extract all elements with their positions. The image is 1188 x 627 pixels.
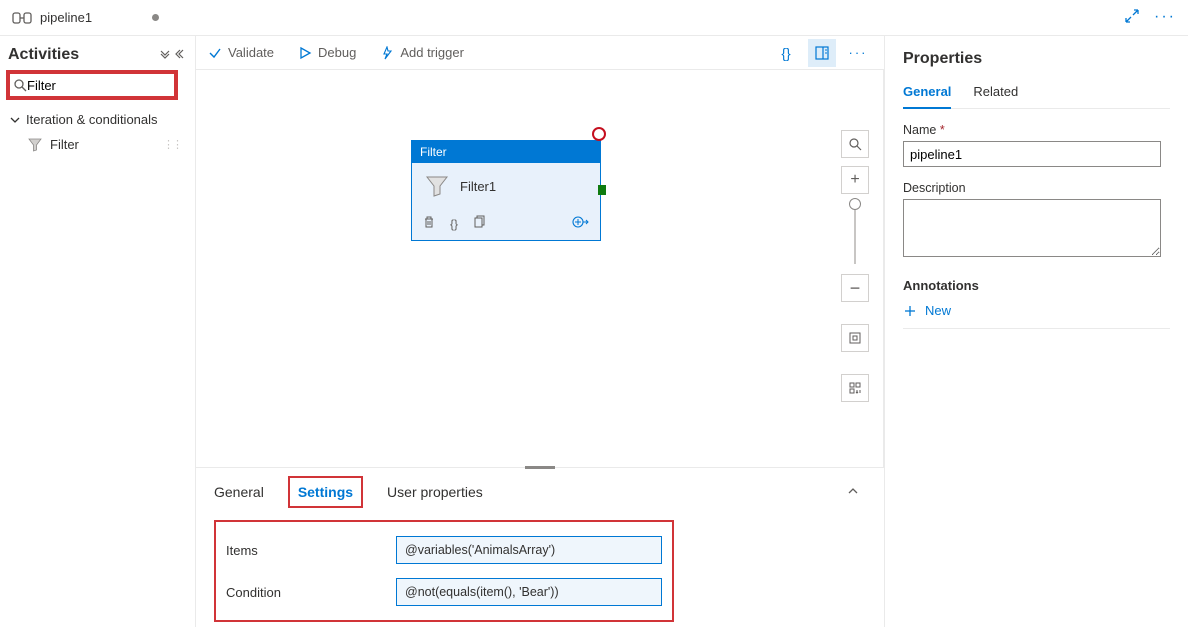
prop-tab-general[interactable]: General (903, 84, 951, 109)
panel-resize-handle[interactable] (525, 466, 555, 469)
validate-label: Validate (228, 45, 274, 60)
validate-button[interactable]: Validate (208, 45, 274, 60)
tab-user-properties[interactable]: User properties (387, 476, 483, 508)
tab-general[interactable]: General (214, 476, 264, 508)
node-name-label: Filter1 (460, 179, 496, 194)
activity-config-panel: General Settings User properties Items C… (196, 467, 884, 627)
canvas-search-button[interactable] (841, 130, 869, 158)
add-trigger-label: Add trigger (400, 45, 464, 60)
json-view-button[interactable]: {} (772, 39, 800, 67)
zoom-out-button[interactable]: − (841, 274, 869, 302)
search-icon (13, 78, 27, 92)
expand-icon[interactable] (1124, 8, 1140, 27)
tab-settings[interactable]: Settings (288, 476, 363, 508)
add-output-icon[interactable] (572, 215, 590, 232)
fit-screen-button[interactable] (841, 324, 869, 352)
description-input[interactable] (903, 199, 1161, 257)
play-icon (298, 46, 312, 60)
activities-panel: Activities Iteration & conditionals Filt… (0, 36, 196, 627)
trigger-icon (380, 46, 394, 60)
collapse-left-icon[interactable] (175, 48, 187, 63)
name-input[interactable] (903, 141, 1161, 167)
zoom-slider-thumb[interactable] (849, 198, 861, 210)
funnel-icon (28, 138, 42, 152)
debug-label: Debug (318, 45, 356, 60)
zoom-in-button[interactable]: + (841, 166, 869, 194)
add-annotation-label: New (925, 303, 951, 318)
name-field-label: Name * (903, 123, 1170, 137)
chevron-down-icon (10, 115, 20, 125)
activities-search-input[interactable] (27, 78, 171, 93)
canvas-node-filter[interactable]: Filter Filter1 {} (411, 140, 601, 241)
activities-search[interactable] (8, 72, 176, 98)
node-output-handle[interactable] (598, 185, 606, 195)
properties-heading: Properties (903, 50, 1170, 68)
activities-group-iteration[interactable]: Iteration & conditionals (8, 108, 187, 131)
more-icon[interactable]: ··· (1154, 8, 1176, 27)
unsaved-indicator-icon (152, 14, 159, 21)
activity-item-filter[interactable]: Filter ⋮⋮ (8, 131, 187, 158)
properties-toggle-button[interactable] (808, 39, 836, 67)
condition-label: Condition (226, 585, 396, 600)
funnel-icon (424, 173, 450, 199)
tab-title[interactable]: pipeline1 (40, 10, 92, 25)
auto-layout-button[interactable] (841, 374, 869, 402)
drag-grip-icon: ⋮⋮ (163, 138, 181, 151)
activity-item-label: Filter (50, 137, 79, 152)
activities-heading: Activities (8, 46, 79, 64)
node-type-label: Filter (412, 141, 600, 163)
pipeline-icon (12, 10, 34, 26)
delete-icon[interactable] (422, 215, 436, 232)
panel-collapse-icon[interactable] (846, 484, 866, 501)
settings-form-highlight: Items Condition (214, 520, 674, 622)
pipeline-canvas[interactable]: Filter Filter1 {} + (196, 70, 884, 467)
toolbar-more-icon[interactable]: ··· (844, 39, 872, 67)
canvas-zoom-tools: + − (841, 130, 869, 402)
debug-button[interactable]: Debug (298, 45, 356, 60)
chevron-double-down-icon[interactable] (159, 48, 171, 63)
checkmark-icon (208, 46, 222, 60)
zoom-slider[interactable] (854, 204, 856, 264)
items-input[interactable] (396, 536, 662, 564)
properties-panel: Properties General Related Name * Descri… (884, 36, 1188, 627)
canvas-toolbar: Validate Debug Add trigger {} ··· (196, 36, 884, 70)
items-label: Items (226, 543, 396, 558)
condition-input[interactable] (396, 578, 662, 606)
activities-group-label: Iteration & conditionals (26, 112, 158, 127)
copy-icon[interactable] (472, 215, 486, 232)
code-icon[interactable]: {} (450, 217, 458, 231)
validation-error-icon (592, 127, 606, 141)
annotations-heading: Annotations (903, 278, 1170, 293)
plus-icon (903, 304, 917, 318)
add-trigger-button[interactable]: Add trigger (380, 45, 464, 60)
add-annotation-button[interactable]: New (903, 303, 1170, 329)
description-field-label: Description (903, 181, 1170, 195)
prop-tab-related[interactable]: Related (973, 84, 1018, 108)
